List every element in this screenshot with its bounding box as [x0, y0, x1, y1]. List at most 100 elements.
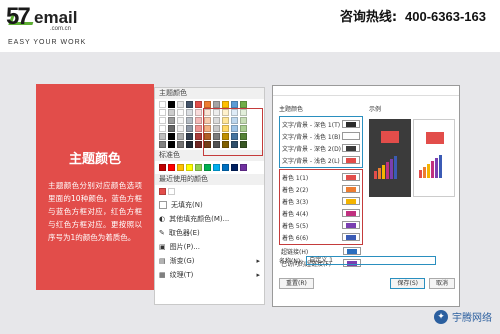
color-chip: [346, 186, 356, 192]
color-swatch[interactable]: [195, 109, 202, 116]
more-colors-option[interactable]: ◐ 其他填充颜色(M)...: [155, 212, 264, 226]
hotline-label: 咨询热线:: [339, 10, 398, 25]
color-swatch[interactable]: [222, 164, 229, 171]
color-swatch[interactable]: [159, 125, 166, 132]
preview-bar: [419, 170, 422, 178]
preview-panel: 示例: [369, 102, 455, 197]
color-swatch[interactable]: [213, 101, 220, 108]
light-preview-shape: [426, 132, 444, 144]
color-swatch[interactable]: [186, 164, 193, 171]
color-option[interactable]: 文字/背景 - 深色 2(D): [280, 142, 362, 154]
theme-color-column: [177, 101, 184, 148]
color-option-label: 文字/背景 - 浅色 1(B): [282, 133, 341, 141]
color-swatch[interactable]: [186, 109, 193, 116]
color-dropdown[interactable]: [342, 197, 360, 205]
color-swatch[interactable]: [195, 141, 202, 148]
color-dropdown[interactable]: [342, 173, 360, 181]
color-dropdown[interactable]: [342, 120, 360, 128]
reset-button[interactable]: 重置(R): [279, 278, 314, 289]
section-label: 主题颜色: [279, 106, 304, 113]
recent-colors-label: 最近使用的颜色: [155, 174, 264, 185]
gradient-option[interactable]: ▤ 渐变(G) ▸: [155, 254, 264, 268]
color-swatch[interactable]: [195, 133, 202, 140]
texture-option[interactable]: ▦ 纹理(T) ▸: [155, 268, 264, 282]
color-swatch[interactable]: [177, 133, 184, 140]
color-option[interactable]: 文字/背景 - 浅色 2(L): [280, 154, 362, 166]
color-swatch[interactable]: [168, 125, 175, 132]
site-logo[interactable]: 57 email .com.cn EASY YOUR WORK: [6, 3, 126, 49]
color-swatch[interactable]: [159, 141, 166, 148]
color-swatch[interactable]: [177, 125, 184, 132]
color-option[interactable]: 着色 2(2): [280, 183, 362, 195]
color-swatch[interactable]: [177, 141, 184, 148]
logo-domain: .com.cn: [50, 26, 72, 32]
texture-label: 纹理(T): [169, 271, 194, 279]
preview-bar: [386, 162, 389, 179]
color-swatch[interactable]: [177, 109, 184, 116]
color-option[interactable]: 着色 3(3): [280, 195, 362, 207]
preview-bar: [431, 161, 434, 178]
no-fill-option[interactable]: 无填充(N): [155, 198, 264, 212]
color-swatch[interactable]: [231, 101, 238, 108]
color-option-label: 着色 4(4): [282, 210, 309, 218]
color-swatch[interactable]: [159, 117, 166, 124]
logo-tagline: EASY YOUR WORK: [8, 39, 87, 46]
theme-colors-label: 主题颜色: [155, 88, 264, 99]
color-swatch[interactable]: [168, 117, 175, 124]
color-swatch[interactable]: [195, 125, 202, 132]
color-dropdown[interactable]: [342, 156, 360, 164]
color-swatch[interactable]: [177, 117, 184, 124]
color-swatch[interactable]: [186, 101, 193, 108]
color-option[interactable]: 着色 4(4): [280, 207, 362, 219]
color-option[interactable]: 着色 6(6): [280, 231, 362, 243]
color-option[interactable]: 着色 5(5): [280, 219, 362, 231]
color-swatch[interactable]: [168, 133, 175, 140]
color-swatch[interactable]: [231, 164, 238, 171]
color-swatch[interactable]: [240, 164, 247, 171]
color-swatch[interactable]: [168, 164, 175, 171]
color-swatch[interactable]: [204, 164, 211, 171]
color-swatch[interactable]: [159, 133, 166, 140]
color-swatch[interactable]: [186, 125, 193, 132]
color-swatch[interactable]: [195, 117, 202, 124]
color-option-label: 文字/背景 - 浅色 2(L): [282, 157, 340, 165]
color-dropdown[interactable]: [342, 144, 360, 152]
color-swatch[interactable]: [195, 164, 202, 171]
color-swatch[interactable]: [177, 101, 184, 108]
color-swatch[interactable]: [222, 101, 229, 108]
color-dropdown[interactable]: [343, 247, 361, 255]
cancel-button[interactable]: 取消: [428, 278, 455, 289]
color-swatch[interactable]: [168, 141, 175, 148]
color-option[interactable]: 文字/背景 - 浅色 1(B): [280, 130, 362, 142]
picture-option[interactable]: ▣ 图片(P)...: [155, 240, 264, 254]
color-swatch[interactable]: [159, 109, 166, 116]
color-dropdown[interactable]: [342, 233, 360, 241]
name-input[interactable]: 自定义 1: [306, 256, 437, 265]
preview-label: 示例: [369, 106, 382, 113]
color-swatch[interactable]: [186, 133, 193, 140]
save-button[interactable]: 保存(S): [390, 278, 425, 289]
color-swatch[interactable]: [159, 188, 166, 195]
color-swatch[interactable]: [195, 101, 202, 108]
color-swatch[interactable]: [240, 101, 247, 108]
color-dropdown[interactable]: [342, 185, 360, 193]
color-swatch[interactable]: [204, 101, 211, 108]
color-swatch[interactable]: [168, 188, 175, 195]
eyedropper-option[interactable]: ✎ 取色器(E): [155, 226, 264, 240]
color-swatch[interactable]: [177, 164, 184, 171]
color-swatch[interactable]: [186, 141, 193, 148]
color-dropdown[interactable]: [342, 221, 360, 229]
color-option[interactable]: 文字/背景 - 深色 1(T): [280, 118, 362, 130]
create-theme-colors-dialog: 主题颜色 文字/背景 - 深色 1(T) 文字/背景 - 浅色 1(B) 文字/背景…: [272, 85, 460, 307]
color-dropdown[interactable]: [342, 132, 360, 140]
color-swatch[interactable]: [168, 109, 175, 116]
color-option[interactable]: 着色 1(1): [280, 171, 362, 183]
color-swatch[interactable]: [159, 101, 166, 108]
color-swatch[interactable]: [213, 164, 220, 171]
color-swatch[interactable]: [159, 164, 166, 171]
color-swatch[interactable]: [168, 101, 175, 108]
color-dropdown[interactable]: [342, 209, 360, 217]
color-swatch[interactable]: [186, 117, 193, 124]
picture-icon: ▣: [159, 243, 166, 251]
gradient-icon: ▤: [159, 257, 166, 265]
